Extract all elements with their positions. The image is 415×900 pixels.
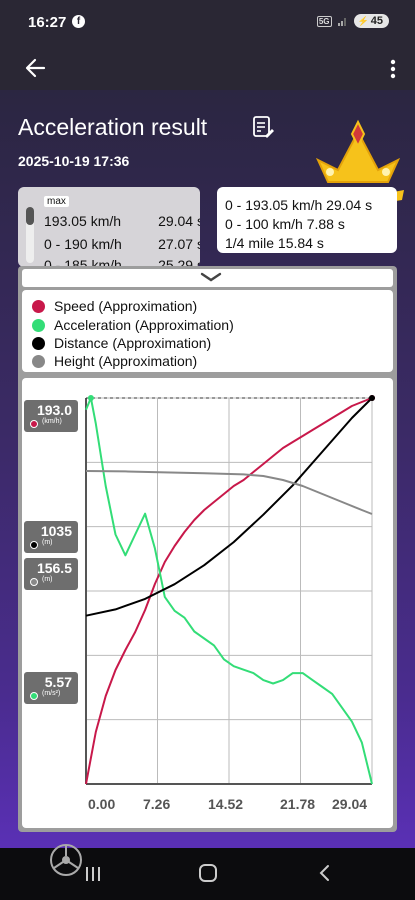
distance-value-label: 1035 (m): [24, 521, 78, 553]
results-row: 0 - 190 km/h 27.07 s: [44, 236, 200, 252]
chart-panel: Speed (Approximation) Acceleration (Appr…: [18, 266, 397, 832]
results-row-label: 193.05 km/h: [44, 213, 122, 229]
speed-dot-icon: [30, 420, 38, 428]
nav-back-icon[interactable]: [318, 864, 330, 882]
edit-note-icon[interactable]: [252, 115, 274, 139]
results-row-label: 0 - 190 km/h: [44, 236, 122, 252]
result-datetime: 2025-10-19 17:36: [18, 153, 130, 169]
legend-dot-icon: [32, 318, 45, 332]
x-tick-label: 21.78: [280, 796, 316, 812]
acceleration-value: 5.57: [44, 674, 72, 690]
charging-icon: ⚡: [357, 15, 369, 26]
results-row: 193.05 km/h 29.04 s: [44, 213, 200, 229]
legend-label: Distance (Approximation): [54, 335, 212, 351]
results-row-time: 27.07 s: [158, 236, 200, 252]
results-row-time: 29.04 s: [158, 213, 200, 229]
recents-icon[interactable]: [84, 866, 102, 882]
x-tick-label: 14.52: [208, 796, 244, 812]
acceleration-value-label: 5.57 (m/s²): [24, 672, 78, 704]
distance-unit: (m): [42, 539, 53, 546]
legend-dot-icon: [32, 336, 45, 350]
x-tick-label: 7.26: [143, 796, 171, 812]
distance-value: 1035: [40, 523, 72, 539]
facebook-icon: f: [72, 15, 85, 28]
signal-icon: [337, 18, 346, 26]
legend-dot-icon: [32, 354, 45, 368]
home-icon[interactable]: [199, 864, 217, 882]
app-bar: [0, 46, 415, 90]
speed-value-label: 193.0 (km/h): [24, 400, 78, 432]
chevron-down-icon[interactable]: [200, 272, 222, 282]
x-tick-label: 0.00: [88, 796, 116, 812]
panel-handle[interactable]: [22, 269, 393, 287]
chart-area[interactable]: 193.0 (km/h) 1035 (m) 156.5 (m) 5.57 (m/…: [22, 378, 393, 828]
speed-unit: (km/h): [42, 418, 62, 425]
chart-legend: Speed (Approximation) Acceleration (Appr…: [22, 290, 393, 372]
status-time: 16:27: [28, 14, 67, 31]
height-value: 156.5: [36, 560, 72, 576]
more-options-icon[interactable]: [387, 54, 399, 82]
legend-item[interactable]: Distance (Approximation): [32, 335, 211, 351]
app-logo-icon: [50, 844, 82, 876]
battery-level: 45: [370, 15, 383, 27]
network-badge: 5G: [316, 15, 332, 27]
legend-dot-icon: [32, 299, 45, 313]
summary-card: 0 - 193.05 km/h 29.04 s 0 - 100 km/h 7.8…: [217, 187, 397, 253]
acceleration-peak-point: [87, 395, 94, 401]
legend-label: Acceleration (Approximation): [54, 317, 234, 333]
status-indicators: 5G ⚡ 45: [316, 14, 389, 28]
summary-line: 1/4 mile 15.84 s: [225, 235, 324, 251]
legend-label: Speed (Approximation): [54, 298, 198, 314]
max-badge: max: [44, 196, 69, 207]
legend-item[interactable]: Height (Approximation): [32, 353, 197, 369]
summary-line: 0 - 100 km/h 7.88 s: [225, 216, 345, 232]
height-unit: (m): [42, 576, 53, 583]
height-value-label: 156.5 (m): [24, 558, 78, 590]
status-bar: 16:27 f 5G ⚡ 45: [0, 0, 415, 46]
summary-line: 0 - 193.05 km/h 29.04 s: [225, 197, 373, 213]
results-list[interactable]: max 193.05 km/h 29.04 s 0 - 190 km/h 27.…: [18, 187, 200, 267]
legend-item[interactable]: Speed (Approximation): [32, 298, 197, 314]
line-chart[interactable]: [22, 378, 393, 828]
acceleration-unit: (m/s²): [42, 690, 61, 697]
back-arrow-icon[interactable]: [22, 54, 50, 82]
distance-end-point: [369, 395, 375, 401]
distance-dot-icon: [30, 541, 38, 549]
results-scroll-thumb[interactable]: [26, 207, 34, 225]
page-title: Acceleration result: [18, 114, 208, 140]
content-area: Acceleration result 2025-10-19 17:36 max…: [0, 90, 415, 848]
x-tick-label: 29.04: [332, 796, 368, 812]
battery-indicator: ⚡ 45: [353, 14, 389, 28]
legend-label: Height (Approximation): [54, 353, 198, 369]
height-dot-icon: [30, 578, 38, 586]
speed-value: 193.0: [36, 402, 72, 418]
legend-item[interactable]: Acceleration (Approximation): [32, 317, 234, 333]
acceleration-dot-icon: [30, 692, 38, 700]
